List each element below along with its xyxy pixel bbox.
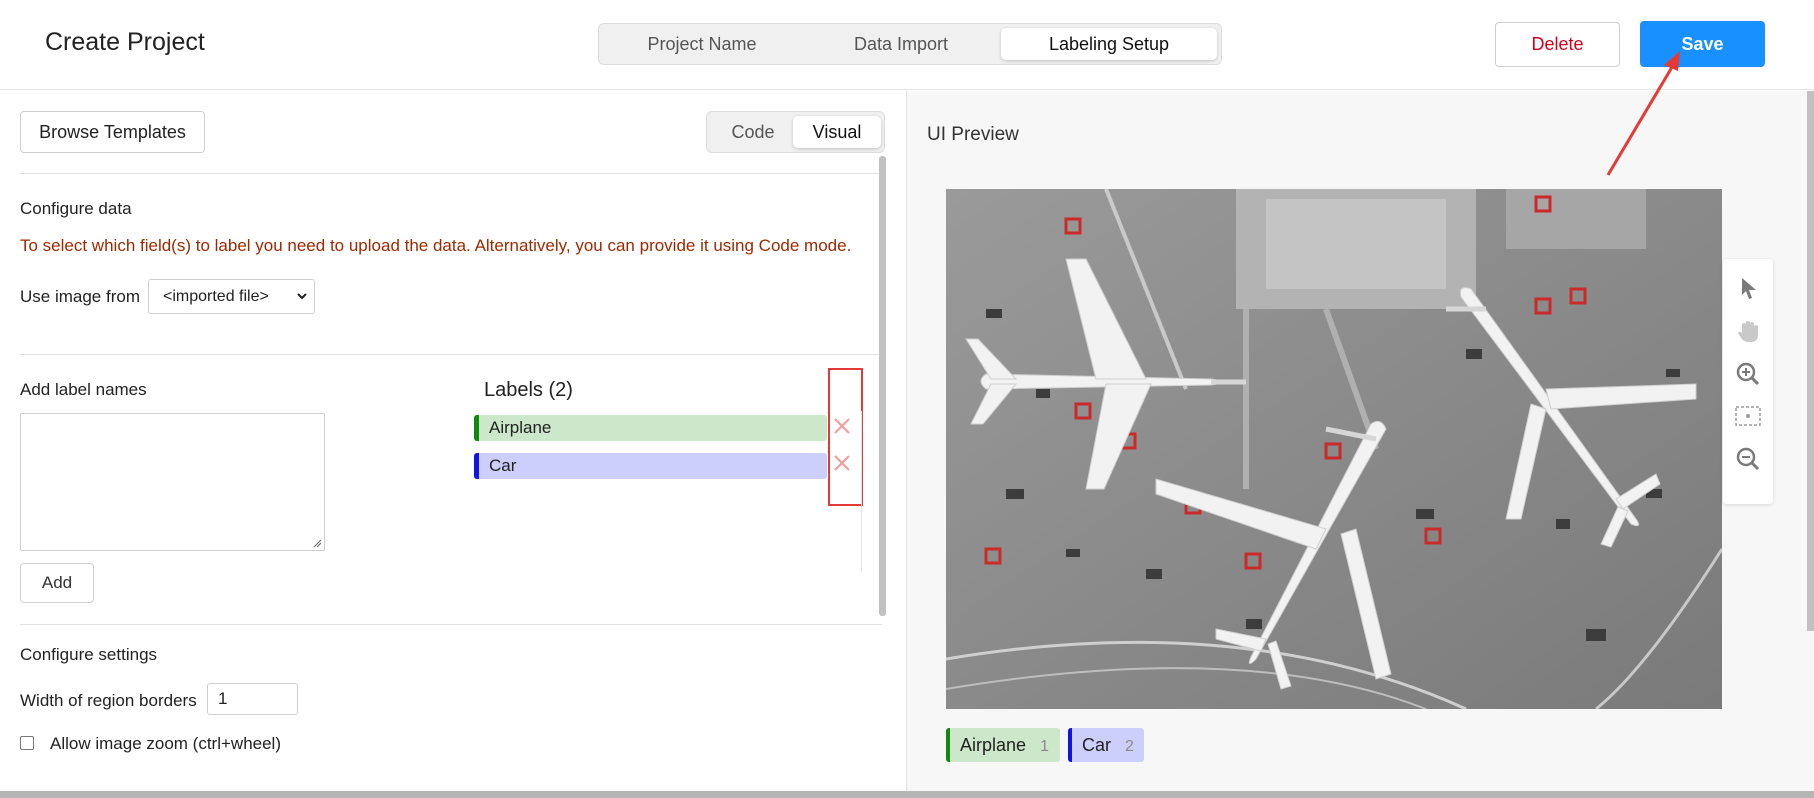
- image-toolbar: [1723, 259, 1773, 504]
- label-color-bar: [474, 415, 479, 441]
- image-zoom-label: Allow image zoom (ctrl+wheel): [50, 734, 281, 753]
- use-image-label: Use image from: [20, 287, 140, 306]
- config-scrollbar[interactable]: [879, 156, 886, 616]
- zoom-in-icon[interactable]: [1734, 360, 1762, 388]
- label-item-airplane: Airplane: [474, 415, 827, 441]
- label-color-bar: [474, 453, 479, 479]
- tab-project-name[interactable]: Project Name: [603, 28, 801, 60]
- label-names-textarea[interactable]: [20, 413, 325, 551]
- labels-list-title: Labels (2): [484, 379, 573, 401]
- mode-toggle: Code Visual: [706, 111, 885, 153]
- label-item-name: Car: [489, 456, 517, 475]
- resize-grip-icon[interactable]: [312, 538, 322, 548]
- chip-label: Car: [1082, 735, 1112, 755]
- highlight-box: [828, 368, 863, 506]
- image-zoom-checkbox[interactable]: [20, 736, 34, 750]
- chip-label: Airplane: [960, 735, 1027, 755]
- code-mode-tab[interactable]: Code: [711, 116, 795, 148]
- header: Create Project Project Name Data Import …: [0, 0, 1814, 90]
- configure-settings-title: Configure settings: [20, 645, 158, 664]
- preview-title: UI Preview: [927, 124, 1019, 145]
- divider: [20, 624, 882, 625]
- bottom-scrollbar[interactable]: [0, 791, 1814, 798]
- chip-count: 1: [1040, 738, 1049, 755]
- step-tabs: Project Name Data Import Labeling Setup: [598, 23, 1222, 65]
- config-panel: Browse Templates Code Visual Configure d…: [0, 91, 905, 791]
- image-source-select[interactable]: <imported file>: [148, 279, 315, 314]
- preview-image[interactable]: [946, 189, 1722, 709]
- image-source-value: <imported file>: [163, 288, 269, 305]
- chip-count: 2: [1125, 738, 1134, 755]
- preview-scrollbar[interactable]: [1807, 91, 1814, 631]
- zoom-out-icon[interactable]: [1734, 445, 1762, 473]
- hand-icon[interactable]: [1734, 317, 1762, 345]
- airport-aerial-image: [946, 189, 1722, 709]
- divider: [20, 173, 882, 174]
- car-label-chip[interactable]: Car 2: [1068, 728, 1144, 762]
- visual-mode-tab[interactable]: Visual: [793, 116, 881, 148]
- preview-panel: UI Preview Airplane 1 Car 2: [906, 91, 1814, 791]
- configure-data-title: Configure data: [20, 199, 132, 218]
- add-label-names-title: Add label names: [20, 380, 147, 399]
- divider: [20, 354, 882, 355]
- region-border-width-input[interactable]: 1: [207, 683, 298, 715]
- page-title: Create Project: [45, 28, 205, 56]
- annotation-arrow-icon: [1606, 51, 1680, 176]
- label-item-name: Airplane: [489, 418, 552, 437]
- label-item-car: Car: [474, 453, 827, 479]
- labels-scrollbar[interactable]: [861, 411, 867, 571]
- pointer-icon[interactable]: [1734, 274, 1762, 302]
- airplane-label-chip[interactable]: Airplane 1: [946, 728, 1060, 762]
- tab-labeling-setup[interactable]: Labeling Setup: [1001, 28, 1217, 60]
- chip-color-bar: [946, 728, 950, 762]
- chip-color-bar: [1068, 728, 1072, 762]
- region-border-width-label: Width of region borders: [20, 691, 197, 710]
- tab-data-import[interactable]: Data Import: [803, 28, 999, 60]
- upload-warning: To select which field(s) to label you ne…: [20, 236, 852, 255]
- fit-screen-icon[interactable]: [1734, 402, 1762, 430]
- browse-templates-button[interactable]: Browse Templates: [20, 111, 205, 153]
- chevron-down-icon: [296, 280, 308, 326]
- add-label-button[interactable]: Add: [20, 563, 94, 603]
